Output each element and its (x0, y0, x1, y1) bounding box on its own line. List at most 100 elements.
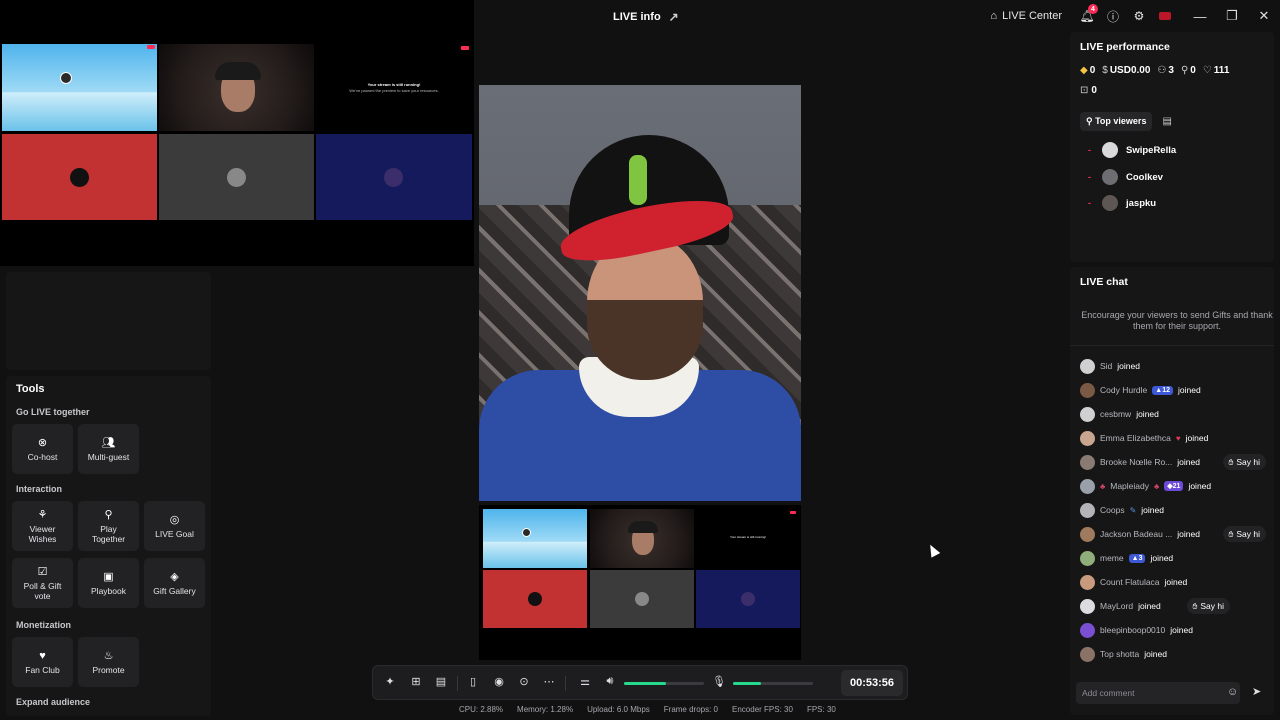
minimize-button[interactable]: — (1184, 0, 1216, 32)
top-viewer-row[interactable]: - Coolkev (1088, 169, 1163, 185)
comment-placeholder: Add comment (1082, 688, 1135, 698)
link-icon: ⊗ (37, 436, 48, 449)
host-cap (628, 521, 658, 533)
usd-value: USD0.00 (1109, 65, 1151, 76)
phone-icon[interactable]: ▯ (465, 675, 481, 688)
maximize-button[interactable]: ❐ (1216, 0, 1248, 32)
live-center-label: LIVE Center (1002, 10, 1062, 22)
layout-icon[interactable]: ▤ (433, 675, 449, 688)
tab-top-viewers[interactable]: ⚲ Top viewers (1080, 112, 1153, 131)
multiguest-button[interactable]: 👥︎ Multi-guest (78, 424, 139, 474)
wishes-icon: ⚘ (37, 508, 48, 521)
cohost-button[interactable]: ⊗ Co-host (12, 424, 73, 474)
chat-username[interactable]: Mapleiady (1110, 481, 1149, 491)
speaker-icon[interactable]: 🔊︎ (602, 675, 618, 688)
stat-cpu: CPU: 2.88% (459, 705, 504, 714)
record-icon[interactable]: ◉ (491, 675, 507, 688)
avatar[interactable] (1080, 598, 1095, 614)
volume-slider[interactable] (624, 682, 704, 685)
stat-memory: Memory: 1.28% (517, 705, 574, 714)
avatar[interactable] (1080, 646, 1095, 662)
viewer-wishes-button[interactable]: ⚘ Viewer Wishes (12, 501, 73, 551)
microphone-slider[interactable] (733, 682, 813, 685)
close-button[interactable]: ✕ (1248, 0, 1280, 32)
club-icon: ♣ (1154, 481, 1160, 491)
rank-dash: - (1088, 172, 1091, 182)
live-goal-button[interactable]: ◎ LIVE Goal (144, 501, 205, 551)
fan-club-button[interactable]: ♥ Fan Club (12, 637, 73, 687)
guest-avatar (528, 592, 542, 606)
promote-button[interactable]: ♨ Promote (78, 637, 139, 687)
avatar[interactable] (1080, 406, 1095, 422)
chat-username[interactable]: bleepinboop0010 (1100, 625, 1165, 635)
notifications-button[interactable]: 🔔︎ 4 (1074, 0, 1100, 32)
viewer-list-icon[interactable]: ▤ (1162, 116, 1171, 127)
guest-avatar (384, 168, 403, 187)
avatar[interactable] (1080, 358, 1095, 374)
viewers-metric: ⚇ 3 (1157, 65, 1174, 76)
avatar[interactable] (1080, 382, 1095, 398)
gifts-value: 0 (1091, 85, 1097, 96)
chat-username[interactable]: Coops (1100, 505, 1125, 515)
live-duration-timer: 00:53:56 (841, 670, 903, 696)
avatar[interactable] (1080, 502, 1095, 518)
chat-action: joined (1170, 625, 1193, 635)
emoji-icon[interactable]: ☺ (1227, 686, 1238, 698)
live-info-title[interactable]: LIVE info ↗ (613, 10, 679, 24)
wave-icon: ✋︎ (1192, 600, 1198, 611)
avatar[interactable] (1080, 478, 1095, 494)
help-button[interactable]: ⓘ (1100, 0, 1126, 32)
gift-gallery-button[interactable]: ◈ Gift Gallery (144, 558, 205, 608)
avatar[interactable] (1080, 454, 1095, 470)
guest-tile-game (483, 509, 587, 568)
avatar[interactable] (1080, 550, 1095, 566)
play-together-button[interactable]: ⚲ Play Together (78, 501, 139, 551)
settings-button[interactable]: ⚙ (1126, 0, 1152, 32)
send-icon[interactable]: ➤ (1252, 685, 1261, 698)
avatar[interactable] (1080, 526, 1095, 542)
microphone-icon[interactable]: 🎙︎ (711, 675, 727, 688)
chat-username[interactable]: cesbmw (1100, 409, 1131, 419)
effects-wand-icon[interactable]: ✦ (382, 675, 398, 688)
level-icon: ▲ (1131, 554, 1139, 562)
chat-username[interactable]: Cody Hurdle (1100, 385, 1147, 395)
add-comment-input[interactable]: Add comment (1076, 682, 1240, 704)
poll-gift-vote-button[interactable]: ☑ Poll & Gift vote (12, 558, 73, 608)
wave-icon: ✋︎ (1228, 528, 1234, 539)
top-viewer-row[interactable]: - SwipeRella (1088, 142, 1176, 158)
share-icon[interactable]: ↗ (669, 10, 679, 24)
avatar[interactable] (1080, 574, 1095, 590)
audio-mixer-icon[interactable]: ⚌ (577, 675, 593, 688)
add-source-icon[interactable]: ⊞ (408, 675, 424, 688)
say-hi-button[interactable]: ✋︎ Say hi (1186, 598, 1230, 614)
live-center-button[interactable]: ⌂ LIVE Center (990, 0, 1074, 32)
chat-username[interactable]: MayLord (1100, 601, 1133, 611)
chat-username[interactable]: Count Flatulaca (1100, 577, 1160, 587)
chat-message: Cody Hurdle ▲12 joined (1080, 382, 1201, 398)
rank-dash: - (1088, 145, 1091, 155)
say-hi-button[interactable]: ✋︎ Say hi (1222, 526, 1266, 542)
preview-tile-paused: Your stream is still running! We've paus… (316, 44, 472, 131)
profile-button[interactable] (1152, 0, 1178, 32)
chat-username[interactable]: Emma Elizabethca (1100, 433, 1171, 443)
top-viewer-row[interactable]: - jaspku (1088, 195, 1156, 211)
more-icon[interactable]: ⋯ (541, 675, 557, 688)
camera-settings-icon[interactable]: ⊙ (516, 675, 532, 688)
live-chat-panel: LIVE chat Encourage your viewers to send… (1070, 267, 1274, 715)
rank-dash: - (1088, 198, 1091, 208)
chat-username[interactable]: Sid (1100, 361, 1112, 371)
left-panel-empty (6, 272, 211, 370)
say-hi-label: Say hi (1236, 457, 1260, 467)
chat-username[interactable]: meme (1100, 553, 1124, 563)
divider (1070, 345, 1274, 346)
playbook-button[interactable]: ▣ Playbook (78, 558, 139, 608)
chat-username[interactable]: Brooke Nœlle Ro... (1100, 457, 1172, 467)
chat-username[interactable]: Top shotta (1100, 649, 1139, 659)
avatar[interactable] (1080, 622, 1095, 638)
say-hi-button[interactable]: ✋︎ Say hi (1222, 454, 1266, 470)
chat-username[interactable]: Jackson Badeau ... (1100, 529, 1172, 539)
divider (565, 676, 566, 691)
avatar[interactable] (1080, 430, 1095, 446)
preview-tile-camera (159, 44, 314, 131)
section-expand-audience: Expand audience (16, 697, 91, 707)
